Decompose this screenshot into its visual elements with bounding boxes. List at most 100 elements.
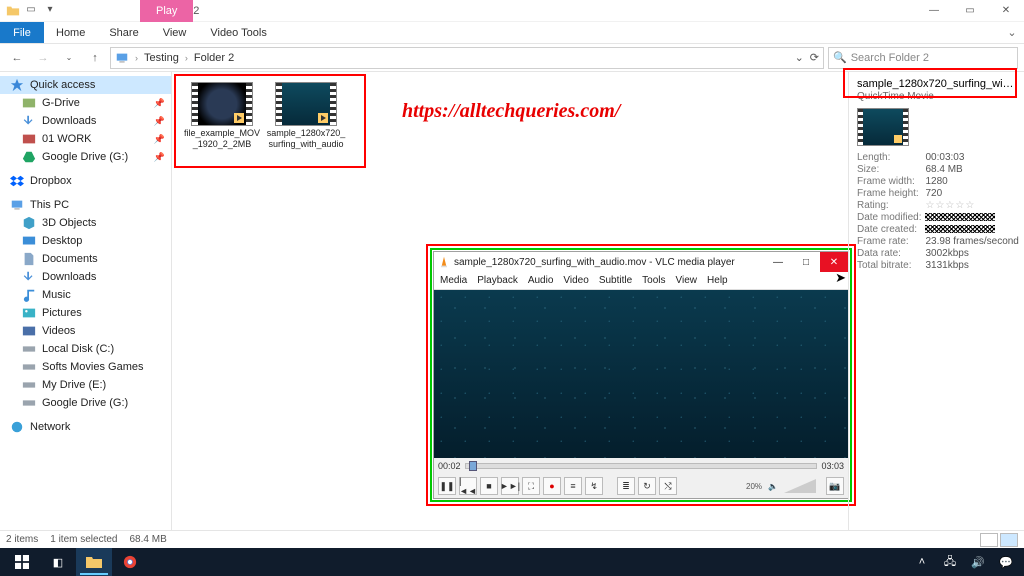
tray-network-icon[interactable]: 🖧: [936, 548, 964, 576]
maximize-button[interactable]: ▭: [952, 0, 988, 22]
crumb-1[interactable]: Folder 2: [194, 52, 234, 64]
sidebar-googledrive2[interactable]: Google Drive (G:): [0, 394, 171, 412]
ribbon-tab-view[interactable]: View: [151, 22, 199, 43]
nav-recent-button[interactable]: ⌄: [58, 47, 80, 69]
vlc-next-button[interactable]: ►►|: [501, 477, 519, 495]
sidebar-quickaccess[interactable]: Quick access: [0, 76, 171, 94]
ribbon-tab-videotools[interactable]: Video Tools: [198, 22, 278, 43]
prop-dm: [925, 212, 1022, 224]
start-button[interactable]: [4, 548, 40, 576]
sidebar-label: Network: [30, 421, 70, 433]
file-item-1[interactable]: sample_1280x720_surfing_with_audio: [266, 82, 346, 150]
vlc-pause-button[interactable]: ❚❚: [438, 477, 456, 495]
tray-notifications-icon[interactable]: 💬: [992, 548, 1020, 576]
sidebar-network[interactable]: Network: [0, 418, 171, 436]
sidebar-thispc[interactable]: This PC: [0, 196, 171, 214]
view-thumbnails-button[interactable]: [1000, 533, 1018, 547]
qat-properties-icon[interactable]: ▭: [24, 4, 38, 18]
sidebar-videos[interactable]: Videos: [0, 322, 171, 340]
content-area[interactable]: file_example_MOV_1920_2_2MB sample_1280x…: [172, 72, 848, 530]
sidebar-documents[interactable]: Documents: [0, 250, 171, 268]
vlc-menu-audio[interactable]: Audio: [528, 275, 554, 286]
sidebar-localdisk[interactable]: Local Disk (C:): [0, 340, 171, 358]
sidebar-label: G-Drive: [42, 97, 80, 109]
sidebar-label: Desktop: [42, 235, 82, 247]
vlc-seek-track[interactable]: [465, 463, 818, 469]
vlc-volume-slider[interactable]: [784, 479, 816, 493]
crumb-0[interactable]: Testing: [144, 52, 179, 64]
prop-size: 68.4 MB: [925, 164, 1022, 176]
ribbon-tab-home[interactable]: Home: [44, 22, 97, 43]
sidebar-music[interactable]: Music: [0, 286, 171, 304]
vlc-video-area[interactable]: [434, 290, 848, 458]
search-box[interactable]: 🔍 Search Folder 2: [828, 47, 1018, 69]
vlc-menu-media[interactable]: Media: [440, 275, 467, 286]
vlc-menu-view[interactable]: View: [676, 275, 698, 286]
vlc-close-button[interactable]: ✕: [820, 252, 848, 272]
breadcrumb[interactable]: › Testing › Folder 2 ⌄ ⟳: [110, 47, 824, 69]
ribbon-tab-share[interactable]: Share: [97, 22, 150, 43]
vlc-titlebar[interactable]: sample_1280x720_surfing_with_audio.mov -…: [434, 252, 848, 272]
vlc-loop-button[interactable]: ↻: [638, 477, 656, 495]
vlc-stop-button[interactable]: ■: [480, 477, 498, 495]
folder-icon: [6, 4, 20, 18]
sidebar-item-downloads[interactable]: Downloads📌: [0, 112, 171, 130]
sidebar-item-googledrive[interactable]: Google Drive (G:)📌: [0, 148, 171, 166]
sidebar-quickaccess-label: Quick access: [30, 79, 95, 91]
sidebar-item-gdrive[interactable]: G-Drive📌: [0, 94, 171, 112]
close-button[interactable]: ✕: [988, 0, 1024, 22]
vlc-maximize-button[interactable]: □: [792, 252, 820, 272]
minimize-button[interactable]: —: [916, 0, 952, 22]
vlc-playlist-button[interactable]: ≣: [617, 477, 635, 495]
vlc-window[interactable]: sample_1280x720_surfing_with_audio.mov -…: [433, 251, 849, 499]
sidebar-desktop[interactable]: Desktop: [0, 232, 171, 250]
sidebar-label: Pictures: [42, 307, 82, 319]
addr-refresh-icon[interactable]: ⟳: [810, 51, 819, 64]
sidebar-dropbox[interactable]: Dropbox: [0, 172, 171, 190]
nav-forward-button[interactable]: →: [32, 47, 54, 69]
vlc-ab-button[interactable]: ↯: [585, 477, 603, 495]
vlc-menu-tools[interactable]: Tools: [642, 275, 665, 286]
pin-icon: 📌: [154, 116, 165, 127]
prop-dr: 3002kbps: [925, 248, 1022, 260]
vlc-snapshot-button[interactable]: 📷: [826, 477, 844, 495]
prop-rating[interactable]: ☆☆☆☆☆: [925, 200, 1022, 212]
file-name-0: file_example_MOV_1920_2_2MB: [182, 128, 262, 150]
vlc-shuffle-button[interactable]: ⤭: [659, 477, 677, 495]
tray-volume-icon[interactable]: 🔊: [964, 548, 992, 576]
quick-access-toolbar: ▭ ▾: [24, 3, 59, 18]
vlc-prev-button[interactable]: |◄◄: [459, 477, 477, 495]
vlc-seek-knob[interactable]: [469, 461, 477, 471]
sidebar-item-01work[interactable]: 01 WORK📌: [0, 130, 171, 148]
nav-up-button[interactable]: ↑: [84, 47, 106, 69]
vlc-minimize-button[interactable]: —: [764, 252, 792, 272]
vlc-menu-video[interactable]: Video: [563, 275, 588, 286]
file-item-0[interactable]: file_example_MOV_1920_2_2MB: [182, 82, 262, 150]
nav-back-button[interactable]: ←: [6, 47, 28, 69]
vlc-menu-playback[interactable]: Playback: [477, 275, 518, 286]
sidebar-softsmovies[interactable]: Softs Movies Games: [0, 358, 171, 376]
vlc-record-button[interactable]: ●: [543, 477, 561, 495]
taskview-button[interactable]: ◧: [40, 548, 76, 576]
ribbon-expand-icon[interactable]: ⌄: [1000, 22, 1024, 43]
sidebar-3dobjects[interactable]: 3D Objects: [0, 214, 171, 232]
vlc-fullscreen-button[interactable]: ⛶: [522, 477, 540, 495]
tray-up-icon[interactable]: ˄: [908, 548, 936, 576]
vlc-ext-button[interactable]: ≡: [564, 477, 582, 495]
view-details-button[interactable]: [980, 533, 998, 547]
window-titlebar: ▭ ▾ Play Folder 2 — ▭ ✕: [0, 0, 1024, 22]
ribbon-tabs: File Home Share View Video Tools ⌄: [0, 22, 1024, 44]
taskbar-explorer[interactable]: [76, 548, 112, 576]
vlc-menu-subtitle[interactable]: Subtitle: [599, 275, 632, 286]
sidebar-label: Music: [42, 289, 71, 301]
sidebar-mydrive[interactable]: My Drive (E:): [0, 376, 171, 394]
taskbar-chrome[interactable]: [112, 548, 148, 576]
vlc-menu-help[interactable]: Help: [707, 275, 728, 286]
sidebar-pictures[interactable]: Pictures: [0, 304, 171, 322]
vlc-seekbar[interactable]: 00:02 03:03: [434, 458, 848, 474]
sidebar-downloads2[interactable]: Downloads: [0, 268, 171, 286]
qat-newfolder-icon[interactable]: ▾: [43, 4, 57, 18]
vlc-mute-icon[interactable]: 🔈: [768, 482, 778, 491]
addr-dropdown-icon[interactable]: ⌄: [795, 51, 804, 64]
ribbon-file-tab[interactable]: File: [0, 22, 44, 43]
